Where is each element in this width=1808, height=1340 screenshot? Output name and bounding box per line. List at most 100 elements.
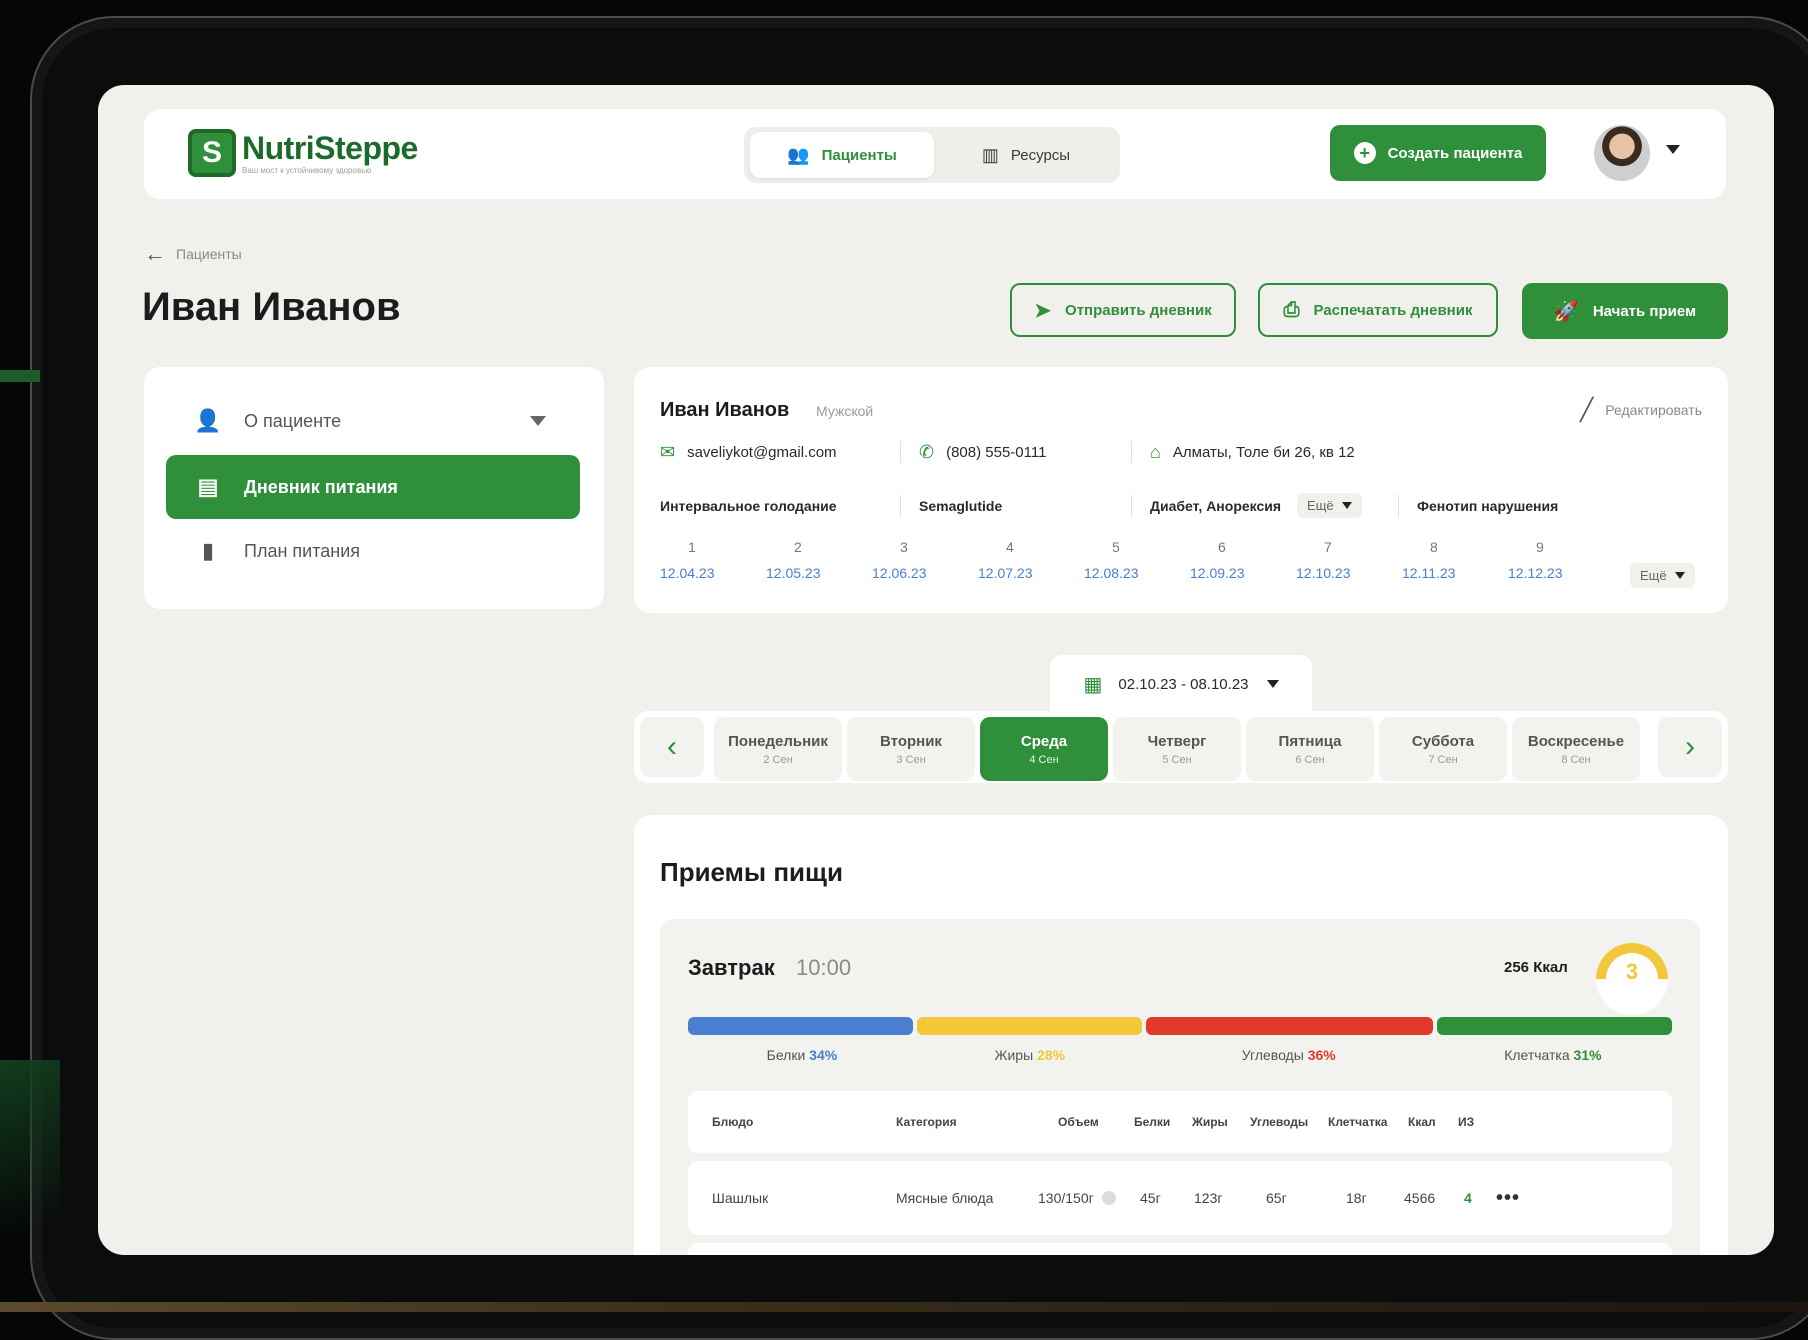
day-tab-sunday[interactable]: Воскресенье 8 Сен — [1512, 717, 1640, 781]
cell-protein: 45г — [1140, 1190, 1161, 1206]
macro-name: Углеводы — [1241, 1047, 1308, 1063]
macro-segment — [1146, 1017, 1433, 1035]
column-header[interactable]: Углеводы — [1250, 1091, 1308, 1153]
meal-score: 3 — [1625, 959, 1639, 984]
visit-item[interactable]: 8 12.11.23 — [1402, 539, 1508, 581]
visit-date[interactable]: 12.12.23 — [1508, 565, 1614, 581]
visit-item[interactable]: 2 12.05.23 — [766, 539, 872, 581]
macro-value: 28% — [1037, 1047, 1066, 1063]
print-diary-label: Распечатать дневник — [1313, 301, 1473, 319]
visit-date[interactable]: 12.06.23 — [872, 565, 978, 581]
meal-kcal: 256 Ккал — [1504, 959, 1568, 976]
macro-segment — [688, 1017, 914, 1035]
table-row[interactable] — [688, 1243, 1672, 1255]
app-screen: S NutriSteppe Ваш мост к устойчивому здо… — [98, 85, 1774, 1255]
tab-label: Ресурсы — [1010, 146, 1071, 164]
visit-date[interactable]: 12.05.23 — [766, 565, 872, 581]
column-header[interactable]: Ккал — [1408, 1091, 1436, 1153]
day-date: 3 Сен — [896, 753, 926, 766]
column-header[interactable]: Блюдо — [712, 1091, 753, 1153]
chevron-down-icon[interactable] — [1666, 145, 1680, 154]
avatar[interactable] — [1594, 125, 1650, 181]
meal-card-breakfast[interactable]: Завтрак 10:00 256 Ккал 3 Белки 34% Жиры 2… — [660, 919, 1700, 1255]
visit-date[interactable]: 12.08.23 — [1084, 565, 1190, 581]
day-tab-tuesday[interactable]: Вторник 3 Сен — [847, 717, 975, 781]
chevron-down-icon[interactable] — [530, 416, 546, 426]
user-icon: 👤 — [194, 408, 222, 433]
macro-value: 36% — [1307, 1047, 1336, 1063]
patient-phone[interactable]: (808) 555-0111 — [946, 444, 1046, 461]
more-options-icon[interactable]: ••• — [1496, 1161, 1520, 1235]
conditions-more-dropdown[interactable]: Ещё — [1297, 493, 1362, 518]
macro-value: 34% — [809, 1047, 838, 1063]
macro-label: Жиры 28% — [916, 1047, 1144, 1063]
tab-resources[interactable]: ▥ Ресурсы — [936, 132, 1116, 178]
sidebar: 👤 О пациенте ▤ Дневник питания ▮ План пи… — [144, 367, 604, 609]
visit-number: 8 — [1430, 539, 1438, 555]
day-name: Понедельник — [728, 732, 828, 750]
patient-phenotype: Фенотип нарушения — [1417, 497, 1559, 514]
date-range-picker[interactable]: ▦ 02.10.23 - 08.10.23 — [1050, 655, 1312, 713]
next-week-button[interactable]: › — [1658, 717, 1722, 777]
page-title: Иван Иванов — [142, 285, 401, 329]
visit-item[interactable]: 1 12.04.23 — [660, 539, 766, 581]
visit-date[interactable]: 12.11.23 — [1402, 565, 1508, 581]
create-patient-button[interactable]: + Создать пациента — [1330, 125, 1546, 181]
plus-circle-icon: + — [1353, 142, 1376, 164]
visit-item[interactable]: 9 12.12.23 — [1508, 539, 1614, 581]
sidebar-item-food-diary[interactable]: ▤ Дневник питания — [166, 455, 580, 519]
sidebar-item-about[interactable]: 👤 О пациенте — [166, 389, 580, 453]
backdrop-accent — [0, 370, 40, 382]
visit-number: 9 — [1536, 539, 1544, 555]
visit-number: 1 — [688, 539, 696, 555]
column-header[interactable]: Белки — [1134, 1091, 1170, 1153]
breadcrumb[interactable]: ← Пациенты — [144, 241, 242, 267]
table-row[interactable]: Шашлык Мясные блюда 130/150г 45г 123г 65… — [688, 1161, 1672, 1235]
print-diary-button[interactable]: ⎙ Распечатать дневник — [1258, 283, 1498, 337]
visit-date[interactable]: 12.07.23 — [978, 565, 1084, 581]
visits-more-dropdown[interactable]: Ещё — [1630, 563, 1695, 588]
visit-item[interactable]: 6 12.09.23 — [1190, 539, 1296, 581]
visit-item[interactable]: 7 12.10.23 — [1296, 539, 1402, 581]
day-tab-monday[interactable]: Понедельник 2 Сен — [714, 717, 842, 781]
patient-email[interactable]: saveliykot@gmail.com — [687, 444, 836, 461]
day-date: 4 Сен — [1029, 753, 1059, 766]
visit-date[interactable]: 12.04.23 — [660, 565, 766, 581]
day-name: Пятница — [1278, 732, 1342, 750]
column-header[interactable]: Объем — [1058, 1091, 1099, 1153]
macro-segment — [1436, 1017, 1672, 1035]
column-header[interactable]: Клетчатка — [1328, 1091, 1387, 1153]
send-diary-button[interactable]: ➤ Отправить дневник — [1010, 283, 1236, 337]
visit-item[interactable]: 3 12.06.23 — [872, 539, 978, 581]
day-tab-friday[interactable]: Пятница 6 Сен — [1246, 717, 1374, 781]
meals-title: Приемы пищи — [660, 857, 843, 887]
day-tab-wednesday[interactable]: Среда 4 Сен — [980, 717, 1108, 781]
column-header[interactable]: Жиры — [1192, 1091, 1228, 1153]
visit-item[interactable]: 4 12.07.23 — [978, 539, 1084, 581]
day-date: 6 Сен — [1295, 753, 1325, 766]
edit-button[interactable]: ╱ Редактировать — [1580, 397, 1702, 423]
sidebar-item-meal-plan[interactable]: ▮ План питания — [166, 519, 580, 583]
visit-date[interactable]: 12.09.23 — [1190, 565, 1296, 581]
day-tab-saturday[interactable]: Суббота 7 Сен — [1379, 717, 1507, 781]
logo[interactable]: S NutriSteppe Ваш мост к устойчивому здо… — [188, 129, 418, 177]
visit-item[interactable]: 5 12.08.23 — [1084, 539, 1190, 581]
sidebar-item-label: О пациенте — [244, 410, 342, 431]
day-date: 2 Сен — [763, 753, 793, 766]
prev-week-button[interactable]: ‹ — [640, 717, 704, 777]
start-appointment-button[interactable]: 🚀 Начать прием — [1522, 283, 1728, 339]
column-header[interactable]: Категория — [896, 1091, 957, 1153]
day-tab-thursday[interactable]: Четверг 5 Сен — [1113, 717, 1241, 781]
column-header[interactable]: ИЗ — [1458, 1091, 1474, 1153]
rocket-icon: 🚀 — [1553, 300, 1579, 323]
home-icon: ⌂ — [1150, 441, 1161, 462]
tab-patients[interactable]: 👥 Пациенты — [750, 132, 934, 178]
mail-icon: ✉ — [660, 441, 676, 462]
cell-category: Мясные блюда — [896, 1190, 994, 1206]
macro-label: Клетчатка 31% — [1434, 1047, 1672, 1063]
arrow-left-icon: ← — [144, 241, 166, 266]
day-name: Суббота — [1411, 732, 1475, 750]
info-icon[interactable] — [1101, 1191, 1116, 1205]
visit-date[interactable]: 12.10.23 — [1296, 565, 1402, 581]
day-name: Среда — [1020, 732, 1068, 750]
